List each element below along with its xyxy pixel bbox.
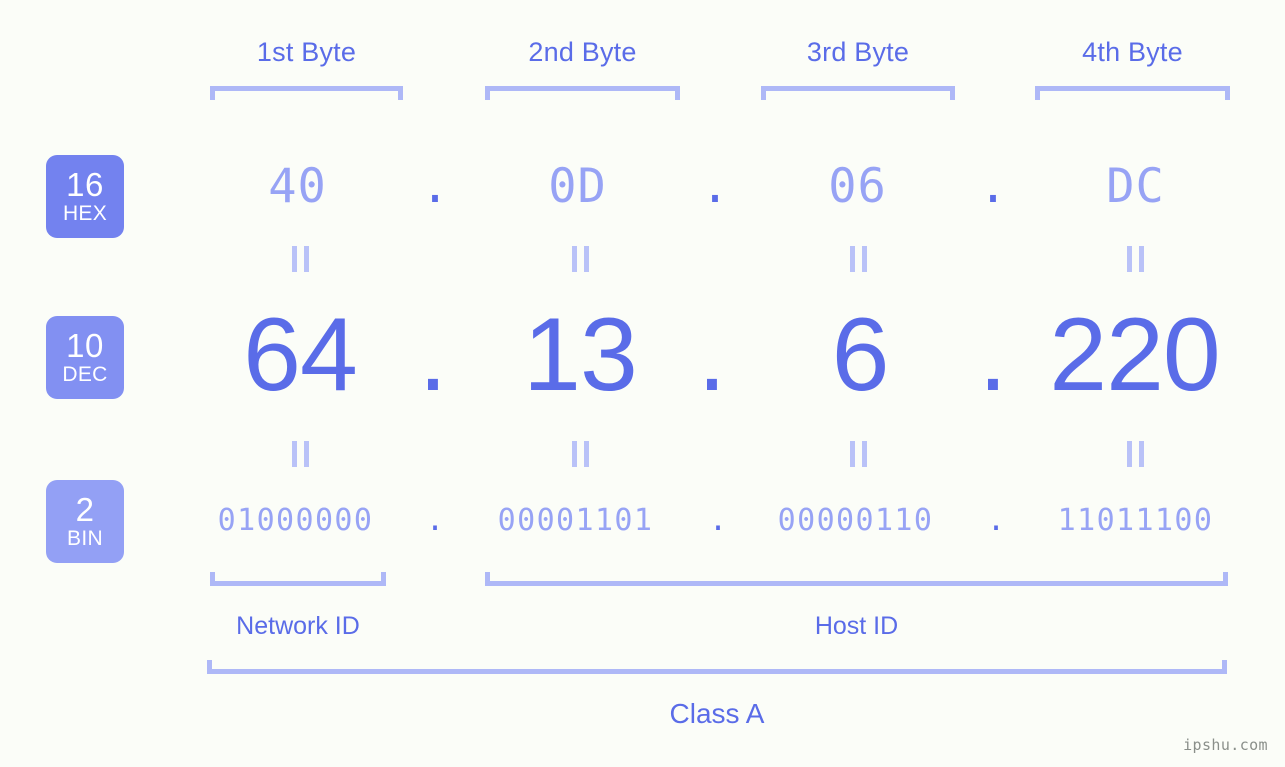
site-watermark: ipshu.com bbox=[1183, 736, 1268, 754]
equals-mark-dec-bin-2 bbox=[569, 441, 591, 467]
base-badge-hex-name: HEX bbox=[62, 201, 108, 225]
class-label: Class A bbox=[669, 698, 765, 729]
bin-octet-3: 00000110 bbox=[777, 503, 934, 538]
base-badge-dec-name: DEC bbox=[62, 362, 108, 386]
host-id-bracket bbox=[485, 572, 1228, 586]
hex-separator-1: . bbox=[420, 159, 450, 214]
byte-header-label-2: 2nd Byte bbox=[528, 37, 637, 67]
dec-octet-3: 6 bbox=[831, 297, 890, 413]
byte-header-label-1: 1st Byte bbox=[256, 37, 357, 67]
hex-octet-4: DC bbox=[1106, 159, 1165, 214]
equals-mark-hex-dec-2 bbox=[569, 246, 591, 272]
base-badge-hex: 16 HEX bbox=[46, 155, 124, 238]
equals-mark-dec-bin-3 bbox=[847, 441, 869, 467]
bin-separator-1: . bbox=[425, 503, 445, 538]
base-badge-dec-number: 10 bbox=[66, 326, 104, 364]
network-id-bracket bbox=[210, 572, 386, 586]
byte-bracket-2 bbox=[485, 86, 680, 100]
base-badge-bin: 2 BIN bbox=[46, 480, 124, 563]
base-badge-bin-name: BIN bbox=[67, 526, 103, 550]
class-bracket bbox=[207, 660, 1227, 674]
bin-octet-4: 11011100 bbox=[1057, 503, 1214, 538]
byte-bracket-1 bbox=[210, 86, 403, 100]
byte-bracket-4 bbox=[1035, 86, 1230, 100]
hex-octet-2: 0D bbox=[548, 159, 607, 214]
host-id-label: Host ID bbox=[814, 612, 899, 640]
network-id-label: Network ID bbox=[236, 612, 360, 640]
equals-mark-hex-dec-1 bbox=[289, 246, 311, 272]
dec-separator-3: . bbox=[978, 297, 1008, 413]
dec-separator-1: . bbox=[418, 297, 448, 413]
byte-header-label-3: 3rd Byte bbox=[806, 37, 910, 67]
equals-mark-dec-bin-4 bbox=[1124, 441, 1146, 467]
base-badge-dec: 10 DEC bbox=[46, 316, 124, 399]
hex-octet-1: 40 bbox=[268, 159, 327, 214]
ip-address-breakdown-diagram: 1st Byte 2nd Byte 3rd Byte 4th Byte 16 H… bbox=[0, 0, 1285, 767]
hex-separator-2: . bbox=[700, 159, 730, 214]
byte-header-label-4: 4th Byte bbox=[1082, 37, 1183, 67]
byte-bracket-3 bbox=[761, 86, 955, 100]
bin-separator-3: . bbox=[986, 503, 1006, 538]
dec-octet-4: 220 bbox=[1049, 297, 1221, 413]
dec-octet-2: 13 bbox=[523, 297, 638, 413]
dec-separator-2: . bbox=[697, 297, 727, 413]
dec-octet-1: 64 bbox=[243, 297, 358, 413]
bin-octet-1: 01000000 bbox=[217, 503, 374, 538]
equals-mark-hex-dec-3 bbox=[847, 246, 869, 272]
bin-separator-2: . bbox=[708, 503, 728, 538]
base-badge-bin-number: 2 bbox=[75, 490, 95, 528]
base-badge-hex-number: 16 bbox=[66, 165, 104, 203]
equals-mark-hex-dec-4 bbox=[1124, 246, 1146, 272]
hex-octet-3: 06 bbox=[828, 159, 887, 214]
bin-octet-2: 00001101 bbox=[497, 503, 654, 538]
equals-mark-dec-bin-1 bbox=[289, 441, 311, 467]
hex-separator-3: . bbox=[978, 159, 1008, 214]
